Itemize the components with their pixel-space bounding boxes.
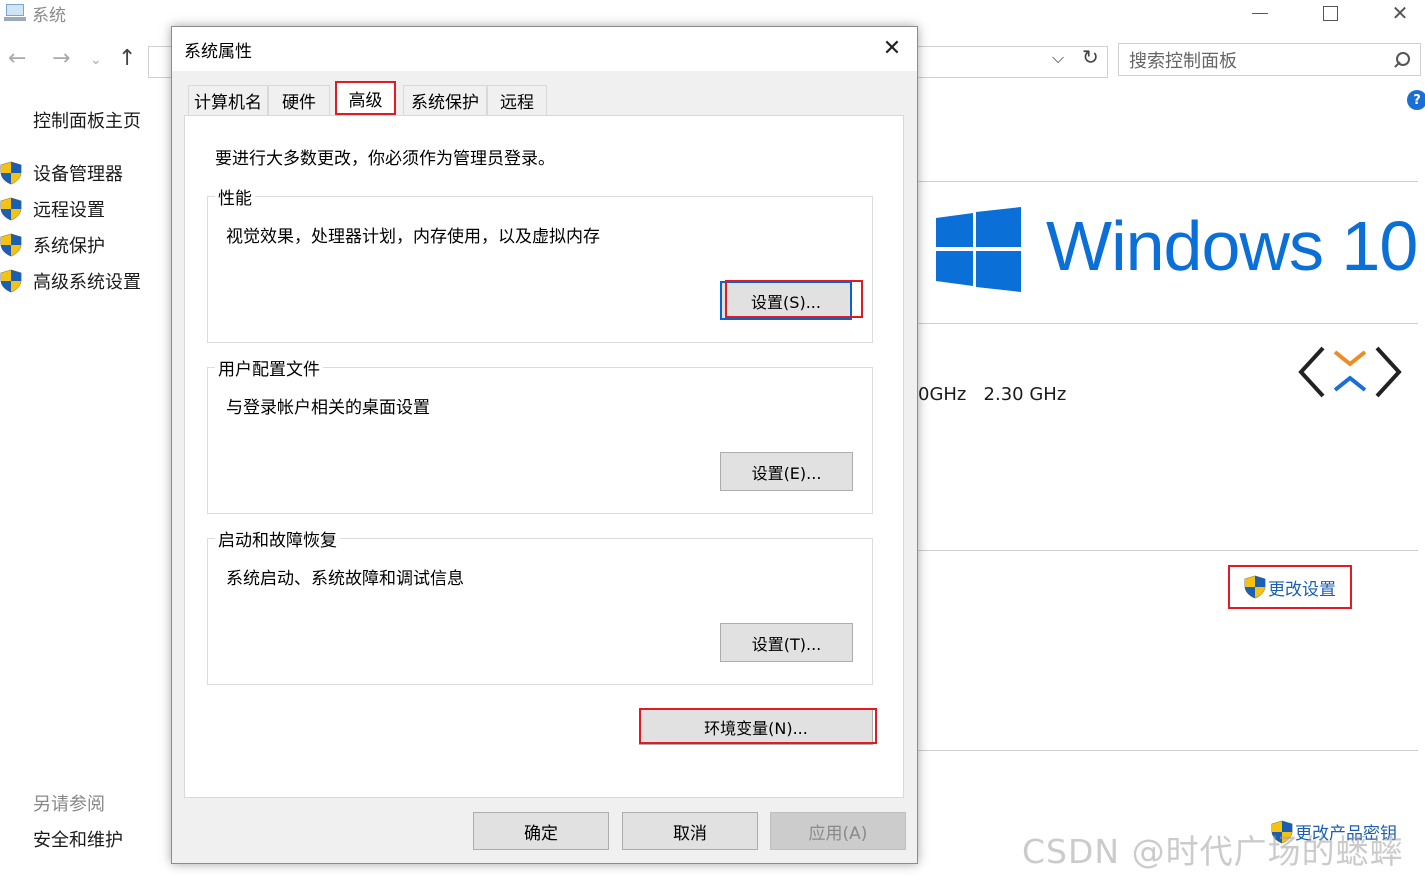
uac-shield-icon bbox=[0, 233, 22, 257]
recent-chevron-icon[interactable]: ⌄ bbox=[90, 52, 102, 68]
group-description: 系统启动、系统故障和调试信息 bbox=[226, 569, 464, 589]
admin-notice: 要进行大多数更改，你必须作为管理员登录。 bbox=[215, 149, 555, 169]
sidebar-item-label: 设备管理器 bbox=[33, 164, 123, 185]
windows-logo-icon bbox=[936, 207, 1021, 292]
uac-shield-icon bbox=[0, 197, 22, 221]
close-icon: ✕ bbox=[882, 35, 902, 61]
window-titlebar: 系统 bbox=[0, 0, 66, 26]
sidebar-item-label: 高级系统设置 bbox=[33, 272, 141, 293]
sidebar-item-system-protection[interactable]: 系统保护 bbox=[0, 232, 105, 258]
sidebar-item-advanced-system-settings[interactable]: 高级系统设置 bbox=[0, 268, 141, 294]
windows-brand-text: Windows 10 bbox=[1046, 207, 1418, 285]
minimize-button[interactable] bbox=[1230, 0, 1290, 26]
system-app-icon bbox=[4, 4, 26, 22]
performance-group: 性能 视觉效果，处理器计划，内存使用，以及虚拟内存 设置(S)... bbox=[207, 184, 873, 343]
tab-advanced[interactable]: 高级 bbox=[335, 81, 396, 115]
uac-shield-icon bbox=[0, 269, 22, 293]
control-panel-home-link[interactable]: 控制面板主页 bbox=[33, 107, 141, 133]
tab-system-protection[interactable]: 系统保护 bbox=[403, 85, 487, 115]
window-close-button[interactable]: ✕ bbox=[1370, 0, 1425, 26]
up-arrow-icon[interactable]: ↑ bbox=[118, 46, 136, 71]
security-maintenance-link[interactable]: 安全和维护 bbox=[33, 826, 123, 852]
address-dropdown-icon[interactable]: ⌵ bbox=[1052, 48, 1064, 68]
user-profiles-settings-button[interactable]: 设置(E)... bbox=[720, 452, 853, 491]
uac-shield-icon bbox=[1244, 575, 1266, 599]
uac-shield-icon bbox=[0, 161, 22, 185]
tab-computer-name[interactable]: 计算机名 bbox=[188, 85, 268, 115]
watermark: CSDN @时代广场的蟋蟀 bbox=[1022, 832, 1404, 871]
back-arrow-icon[interactable]: ← bbox=[8, 46, 26, 71]
maximize-icon bbox=[1322, 5, 1338, 21]
sidebar-item-label: 远程设置 bbox=[33, 200, 105, 221]
group-title: 用户配置文件 bbox=[215, 355, 323, 380]
group-title: 启动和故障恢复 bbox=[215, 526, 340, 551]
cancel-button[interactable]: 取消 bbox=[622, 812, 758, 850]
tab-hardware[interactable]: 硬件 bbox=[268, 85, 330, 115]
change-settings-label: 更改设置 bbox=[1268, 579, 1336, 600]
group-title: 性能 bbox=[215, 184, 255, 209]
minimize-icon bbox=[1252, 12, 1268, 14]
sidebar-item-device-manager[interactable]: 设备管理器 bbox=[0, 160, 123, 186]
startup-recovery-settings-button[interactable]: 设置(T)... bbox=[720, 623, 853, 662]
section-divider bbox=[918, 750, 1418, 751]
close-icon: ✕ bbox=[1391, 1, 1409, 25]
refresh-icon[interactable]: ↻ bbox=[1082, 45, 1099, 69]
dialog-close-button[interactable]: ✕ bbox=[877, 33, 907, 63]
advanced-tab-panel: 要进行大多数更改，你必须作为管理员登录。 性能 视觉效果，处理器计划，内存使用，… bbox=[184, 115, 904, 798]
see-also-heading: 另请参阅 bbox=[33, 794, 105, 815]
search-icon bbox=[1394, 51, 1410, 68]
dialog-title: 系统属性 bbox=[184, 42, 252, 62]
sidebar-item-remote-settings[interactable]: 远程设置 bbox=[0, 196, 105, 222]
environment-variables-button[interactable]: 环境变量(N)... bbox=[639, 709, 873, 745]
system-properties-dialog: 系统属性 ✕ 计算机名 硬件 高级 系统保护 远程 要进行大多数更改，你必须作为… bbox=[171, 26, 918, 864]
apply-button[interactable]: 应用(A) bbox=[770, 812, 906, 850]
ok-button[interactable]: 确定 bbox=[473, 812, 609, 850]
search-input[interactable]: 搜索控制面板 bbox=[1118, 43, 1421, 76]
search-placeholder: 搜索控制面板 bbox=[1129, 50, 1237, 72]
window-title: 系统 bbox=[32, 5, 66, 26]
change-settings-link[interactable]: 更改设置 bbox=[1228, 565, 1352, 609]
user-profiles-group: 用户配置文件 与登录帐户相关的桌面设置 设置(E)... bbox=[207, 355, 873, 514]
group-description: 视觉效果，处理器计划，内存使用，以及虚拟内存 bbox=[226, 227, 600, 247]
dialog-titlebar: 系统属性 ✕ bbox=[172, 27, 917, 71]
section-divider bbox=[918, 323, 1418, 324]
maximize-button[interactable] bbox=[1300, 0, 1360, 26]
performance-settings-button[interactable]: 设置(S)... bbox=[720, 281, 852, 320]
forward-arrow-icon[interactable]: → bbox=[52, 46, 70, 71]
processor-speed: 0GHz 2.30 GHz bbox=[918, 384, 1067, 405]
tab-remote[interactable]: 远程 bbox=[487, 85, 547, 115]
manufacturer-logo-icon bbox=[1298, 346, 1402, 398]
sidebar-item-label: 系统保护 bbox=[33, 236, 105, 257]
section-divider bbox=[918, 550, 1418, 551]
section-divider bbox=[918, 181, 1418, 182]
startup-recovery-group: 启动和故障恢复 系统启动、系统故障和调试信息 设置(T)... bbox=[207, 526, 873, 685]
help-icon[interactable]: ? bbox=[1407, 90, 1425, 110]
group-description: 与登录帐户相关的桌面设置 bbox=[226, 398, 430, 418]
